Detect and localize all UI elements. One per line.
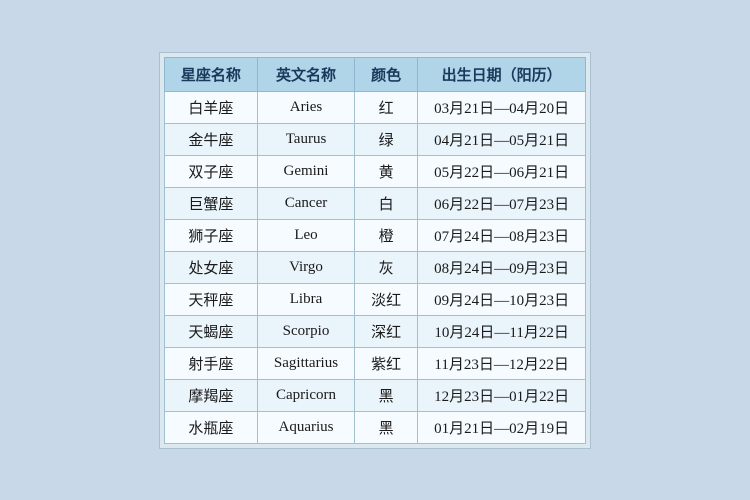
cell-dates: 11月23日—12月22日 [418,347,586,379]
table-row: 射手座Sagittarius紫红11月23日—12月22日 [164,347,585,379]
cell-color: 深红 [355,315,418,347]
cell-chinese-name: 天蝎座 [164,315,257,347]
table-row: 白羊座Aries红03月21日—04月20日 [164,91,585,123]
table-row: 处女座Virgo灰08月24日—09月23日 [164,251,585,283]
cell-english-name: Aquarius [257,411,354,443]
cell-dates: 01月21日—02月19日 [418,411,586,443]
cell-chinese-name: 处女座 [164,251,257,283]
cell-english-name: Libra [257,283,354,315]
cell-dates: 07月24日—08月23日 [418,219,586,251]
zodiac-table: 星座名称 英文名称 颜色 出生日期（阳历） 白羊座Aries红03月21日—04… [164,57,586,444]
cell-dates: 03月21日—04月20日 [418,91,586,123]
cell-dates: 08月24日—09月23日 [418,251,586,283]
cell-color: 绿 [355,123,418,155]
header-dates: 出生日期（阳历） [418,57,586,91]
cell-english-name: Capricorn [257,379,354,411]
table-header-row: 星座名称 英文名称 颜色 出生日期（阳历） [164,57,585,91]
cell-english-name: Cancer [257,187,354,219]
cell-color: 灰 [355,251,418,283]
cell-dates: 06月22日—07月23日 [418,187,586,219]
cell-chinese-name: 双子座 [164,155,257,187]
cell-color: 淡红 [355,283,418,315]
table-row: 摩羯座Capricorn黑12月23日—01月22日 [164,379,585,411]
cell-chinese-name: 金牛座 [164,123,257,155]
table-row: 天蝎座Scorpio深红10月24日—11月22日 [164,315,585,347]
zodiac-table-container: 星座名称 英文名称 颜色 出生日期（阳历） 白羊座Aries红03月21日—04… [159,52,591,449]
cell-english-name: Scorpio [257,315,354,347]
cell-chinese-name: 摩羯座 [164,379,257,411]
header-english-name: 英文名称 [257,57,354,91]
cell-chinese-name: 巨蟹座 [164,187,257,219]
cell-color: 黑 [355,379,418,411]
cell-english-name: Aries [257,91,354,123]
cell-color: 黄 [355,155,418,187]
cell-color: 紫红 [355,347,418,379]
cell-chinese-name: 射手座 [164,347,257,379]
header-color: 颜色 [355,57,418,91]
table-row: 巨蟹座Cancer白06月22日—07月23日 [164,187,585,219]
header-chinese-name: 星座名称 [164,57,257,91]
cell-dates: 10月24日—11月22日 [418,315,586,347]
table-row: 狮子座Leo橙07月24日—08月23日 [164,219,585,251]
table-row: 水瓶座Aquarius黑01月21日—02月19日 [164,411,585,443]
cell-chinese-name: 白羊座 [164,91,257,123]
cell-english-name: Gemini [257,155,354,187]
cell-chinese-name: 水瓶座 [164,411,257,443]
cell-color: 橙 [355,219,418,251]
table-row: 金牛座Taurus绿04月21日—05月21日 [164,123,585,155]
table-row: 天秤座Libra淡红09月24日—10月23日 [164,283,585,315]
cell-dates: 12月23日—01月22日 [418,379,586,411]
cell-color: 红 [355,91,418,123]
table-row: 双子座Gemini黄05月22日—06月21日 [164,155,585,187]
cell-color: 黑 [355,411,418,443]
cell-english-name: Taurus [257,123,354,155]
cell-chinese-name: 天秤座 [164,283,257,315]
cell-chinese-name: 狮子座 [164,219,257,251]
cell-dates: 09月24日—10月23日 [418,283,586,315]
cell-english-name: Virgo [257,251,354,283]
cell-dates: 05月22日—06月21日 [418,155,586,187]
cell-english-name: Sagittarius [257,347,354,379]
cell-english-name: Leo [257,219,354,251]
cell-dates: 04月21日—05月21日 [418,123,586,155]
cell-color: 白 [355,187,418,219]
